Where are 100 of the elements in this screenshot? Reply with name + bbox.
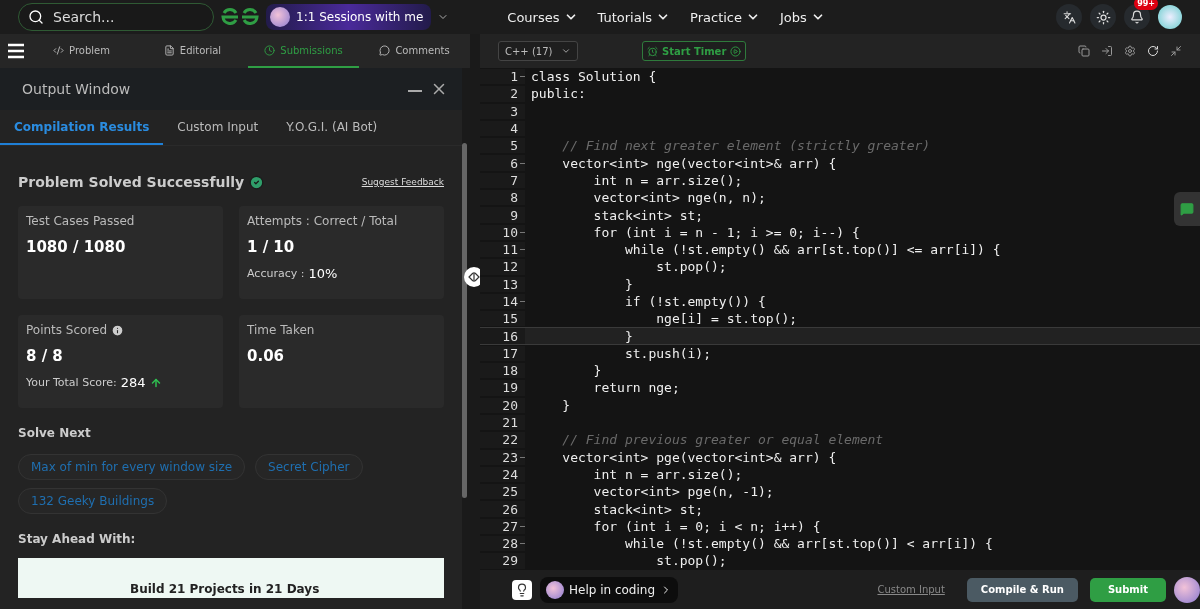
line-number: 15: [502, 311, 518, 327]
chat-icon: [379, 44, 391, 56]
section-heading: Stay Ahead With:: [18, 532, 137, 546]
stat-value: 1080 / 1080: [26, 238, 127, 256]
line-number: 26: [502, 501, 518, 517]
code-line: vector<int> nge(vector<int>& arr) {: [561, 155, 837, 171]
nav-menu[interactable]: Tutorials: [597, 9, 671, 25]
code-line: st.push(i);: [623, 345, 711, 361]
code-line: }: [592, 363, 602, 379]
line-number: 23: [502, 449, 518, 465]
line-number: 9: [510, 207, 518, 223]
import-icon[interactable]: [1101, 45, 1113, 57]
code-line: int n = arr.size();: [592, 466, 743, 482]
reset-icon[interactable]: [1147, 45, 1159, 57]
lightbulb-icon: [515, 582, 529, 597]
output-tab[interactable]: Y.O.G.I. (AI Bot): [272, 110, 392, 145]
line-number: 6: [510, 155, 518, 171]
bell-icon: [1130, 10, 1144, 24]
clock-icon: [264, 44, 276, 56]
info-icon[interactable]: [111, 323, 125, 337]
code-editor[interactable]: [480, 68, 1200, 570]
scrollbar[interactable]: [462, 143, 467, 498]
sessions-button[interactable]: 1:1 Sessions with me: [266, 4, 432, 30]
logo-icon: [220, 8, 260, 26]
translate-button[interactable]: [1056, 4, 1082, 30]
stat-label: Time Taken: [247, 323, 315, 337]
problem-tab[interactable]: Problem: [26, 34, 137, 68]
line-number: 12: [502, 259, 518, 275]
code-line: int n = arr.size();: [592, 172, 743, 188]
line-number: 14: [502, 294, 518, 309]
custom-input-link[interactable]: Custom Input: [877, 584, 945, 595]
code-line: stack<int> st;: [592, 501, 704, 517]
nav-menu[interactable]: Courses: [507, 9, 578, 25]
code-icon: [53, 44, 65, 56]
note-value: 284: [120, 375, 146, 390]
theme-button[interactable]: [1090, 4, 1116, 30]
code-line: for (int i = n - 1; i >= 0; i--) {: [592, 224, 860, 240]
code-line: stack<int> st;: [592, 207, 704, 223]
minimize-icon: [408, 90, 422, 92]
alarm-clock-icon: [647, 45, 658, 57]
search-icon: [28, 9, 44, 25]
output-tab[interactable]: Compilation Results: [0, 110, 164, 145]
chat-button[interactable]: [1174, 192, 1200, 226]
sun-icon: [1095, 9, 1111, 25]
code-line: while (!st.empty() && arr[st.top()] <= arr[i]) {: [623, 242, 1001, 258]
output-tab[interactable]: Custom Input: [163, 110, 273, 145]
help-button[interactable]: Help in coding: [540, 576, 679, 603]
section-heading: Solve Next: [18, 426, 92, 440]
code-line: st.pop();: [655, 553, 727, 569]
avatar-icon: [270, 7, 290, 27]
language-select[interactable]: C++ (17): [498, 41, 578, 61]
line-number: 10: [502, 224, 518, 240]
stat-label: Points Scored: [26, 323, 108, 337]
avatar-icon[interactable]: [1158, 5, 1182, 29]
line-number: 8: [510, 190, 518, 206]
search-field[interactable]: Search...: [18, 3, 214, 31]
document-icon: [163, 44, 175, 56]
check-icon: [249, 174, 265, 190]
nav-menu[interactable]: Jobs: [780, 9, 825, 25]
notifications-button[interactable]: [1124, 4, 1150, 30]
line-number: 7: [510, 172, 518, 188]
status-message: Problem Solved Successfully: [18, 174, 245, 190]
line-number: 2: [510, 86, 518, 102]
problem-tab[interactable]: Editorial: [137, 34, 248, 68]
line-number: 18: [502, 363, 518, 379]
note-value: 10%: [308, 266, 338, 281]
copy-icon[interactable]: [1078, 45, 1090, 57]
banner-title: Build 21 Projects in 21 Days: [130, 582, 320, 596]
line-number: 29: [502, 553, 518, 569]
promo-banner[interactable]: Build 21 Projects in 21 Days: [18, 558, 444, 598]
collapse-icon[interactable]: [1170, 45, 1182, 57]
hint-button[interactable]: [512, 579, 532, 600]
avatar-icon[interactable]: [1174, 576, 1200, 603]
chat-icon: [1180, 202, 1194, 216]
settings-icon[interactable]: [1124, 45, 1136, 57]
feedback-link[interactable]: Suggest Feedback: [361, 177, 444, 187]
line-number: 19: [502, 380, 518, 396]
stat-label: Attempts : Correct / Total: [247, 214, 398, 228]
code-comment: // Find previous greater or equal element: [561, 432, 884, 448]
stat-value: 1 / 10: [247, 238, 296, 256]
split-arrows-icon: [468, 272, 480, 282]
stat-value: 0.06: [247, 347, 285, 365]
line-number: 21: [502, 415, 518, 431]
line-number: 11: [502, 242, 518, 258]
nav-menu[interactable]: Practice: [690, 9, 760, 25]
avatar-icon: [546, 580, 564, 599]
translate-icon: [1062, 10, 1076, 24]
code-line: vector<int> pge(vector<int>& arr) {: [561, 449, 837, 465]
line-number: 16: [502, 328, 518, 344]
code-line: while (!st.empty() && arr[st.top()] < arr[i]) {: [623, 536, 993, 552]
line-number: 3: [510, 103, 518, 119]
note-label: Your Total Score:: [26, 376, 117, 389]
code-line: return nge;: [592, 380, 680, 396]
problem-tab[interactable]: Comments: [359, 34, 470, 68]
line-number: 13: [502, 276, 518, 292]
code-line: vector<int> nge(n, n);: [592, 190, 766, 206]
start-timer-button[interactable]: Start Timer: [642, 41, 747, 61]
line-number: 24: [502, 466, 518, 482]
compile-button[interactable]: Compile & Run: [966, 577, 1078, 602]
window-title: Output Window: [22, 81, 131, 97]
